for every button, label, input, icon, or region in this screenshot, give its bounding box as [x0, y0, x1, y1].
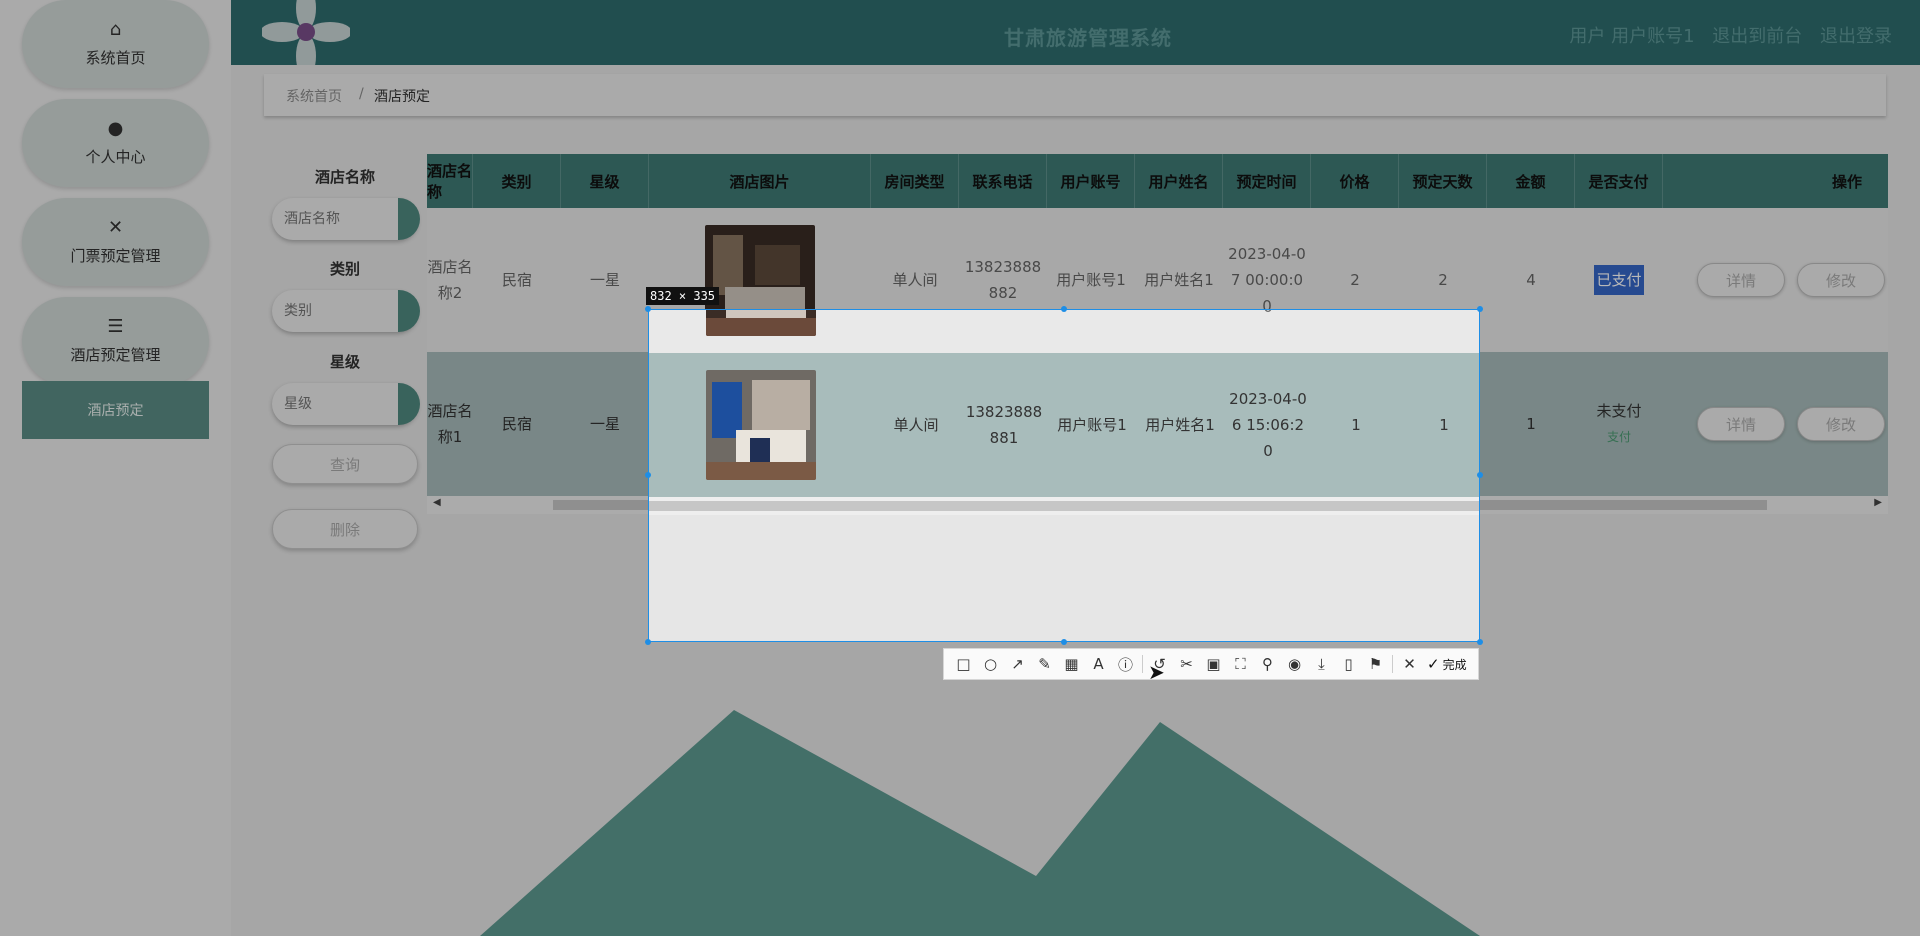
resize-handle[interactable]: [1477, 472, 1483, 478]
capture-dim-right: [1480, 309, 1920, 642]
mosaic-icon[interactable]: ▦: [1058, 651, 1085, 677]
circle-icon[interactable]: ○: [977, 651, 1004, 677]
cell-username: 用户姓名1: [1136, 310, 1224, 353]
ocr-icon[interactable]: ▣: [1200, 651, 1227, 677]
cell-room-type: 单人间: [893, 416, 939, 434]
scrollbar-thumb[interactable]: [649, 501, 1479, 511]
pen-icon[interactable]: ✎: [1031, 651, 1058, 677]
download-icon[interactable]: ⤓: [1308, 651, 1335, 677]
cell-account: 用户账号1: [1048, 310, 1136, 353]
cell-room-type: 单人间: [872, 310, 960, 353]
cell-phone: 13823888882: [960, 310, 1048, 353]
scroll-capture-icon[interactable]: ⛶: [1227, 651, 1254, 677]
rect-icon[interactable]: □: [950, 651, 977, 677]
arrow-icon[interactable]: ↗: [1004, 651, 1031, 677]
resize-handle[interactable]: [645, 639, 651, 645]
table-row: 酒店名称2 民宿 一星 单人间 13823888882 用户账号1 用户姓名1 …: [649, 310, 1479, 353]
cell-days: 1: [1439, 416, 1449, 434]
cell-days: 2: [1400, 310, 1479, 353]
device-icon[interactable]: ▯: [1335, 651, 1362, 677]
cell-username: 用户姓名1: [1145, 416, 1215, 434]
table-row: 酒店名称1 民宿 一星 单人间 13823888881 用户账号1 用户姓名1 …: [649, 353, 1479, 497]
hotel-room-image: [706, 370, 816, 480]
capture-dim-bottom: [0, 642, 1920, 936]
resize-handle[interactable]: [645, 306, 651, 312]
done-label: 完成: [1442, 657, 1467, 672]
resize-handle[interactable]: [1477, 306, 1483, 312]
cell-time: 2023-04-07 00:00:00: [1224, 310, 1312, 353]
cell-phone: 13823888881: [965, 403, 1043, 447]
resize-handle[interactable]: [1061, 306, 1067, 312]
cell-image: [650, 310, 872, 353]
bookmark-icon[interactable]: ⚑: [1362, 651, 1389, 677]
close-icon[interactable]: ✕: [1396, 651, 1423, 677]
resize-handle[interactable]: [645, 472, 651, 478]
selection-content: ⌂ 系统首页 ● 个人中心 ✕ 门票预定管理 ☰ 酒店预定管理 酒店预定 甘肃旅…: [649, 310, 1479, 641]
toolbar-divider: [1392, 655, 1393, 673]
cell-account: 用户账号1: [1057, 416, 1127, 434]
pin-icon[interactable]: ⚲: [1254, 651, 1281, 677]
mouse-cursor-icon: ➤: [1148, 660, 1165, 684]
resize-handle[interactable]: [1477, 639, 1483, 645]
capture-dim-top: [0, 0, 1920, 309]
selection-size-label: 832 × 335: [646, 287, 720, 305]
horizontal-scrollbar[interactable]: ◀ ▶: [649, 497, 1479, 515]
capture-dim-left: [0, 309, 648, 642]
check-icon: ✓: [1427, 655, 1440, 673]
resize-handle[interactable]: [1061, 639, 1067, 645]
hotel-room-image: [706, 310, 816, 336]
done-button[interactable]: ✓ 完成: [1427, 655, 1467, 673]
cell-time: 2023-04-06 15:06:20: [1229, 390, 1307, 460]
record-icon[interactable]: ◉: [1281, 651, 1308, 677]
cell-price: 2: [1312, 310, 1400, 353]
cell-image: [650, 353, 872, 497]
capture-toolbar: □ ○ ↗ ✎ ▦ A ⓘ ↺ ✂ ▣ ⛶ ⚲ ◉ ⤓ ▯ ⚑ ✕ ✓ 完成: [943, 648, 1479, 680]
cell-price: 1: [1351, 416, 1361, 434]
text-icon[interactable]: A: [1085, 651, 1112, 677]
capture-selection[interactable]: ⌂ 系统首页 ● 个人中心 ✕ 门票预定管理 ☰ 酒店预定管理 酒店预定 甘肃旅…: [648, 309, 1480, 642]
toolbar-divider: [1142, 655, 1143, 673]
cut-icon[interactable]: ✂: [1173, 651, 1200, 677]
number-icon[interactable]: ⓘ: [1112, 651, 1139, 677]
